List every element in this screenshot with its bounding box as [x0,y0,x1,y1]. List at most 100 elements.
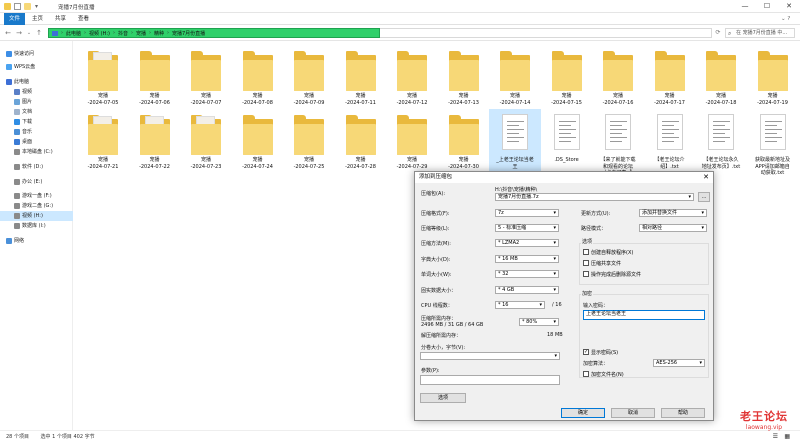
method-select[interactable]: * LZMA2 [495,239,559,247]
folder-item[interactable]: 宠播 -2024-07-21 [77,109,129,177]
tab-view[interactable]: 查看 [73,13,94,25]
folder-item[interactable]: 宠播 -2024-07-15 [541,45,593,113]
folder-item[interactable]: 宠播 -2024-07-23 [180,109,232,177]
navigation-pane[interactable]: 快速访问 WPS云盘 此电脑 视频 图片 文档 下载 音乐 桌面 本地磁盘 (C… [0,41,73,430]
nav-desktop[interactable]: 桌面 [0,137,73,147]
help-button[interactable]: 帮助 [661,408,705,418]
options-button[interactable]: 选项 [420,393,466,403]
ribbon-expand-icon[interactable]: ⌄ ? [776,13,795,25]
nav-documents[interactable]: 文档 [0,107,73,117]
customize-toolbar-icon[interactable]: ▾ [35,3,42,10]
file-item[interactable]: 获取最新地址及 APP请加邮箱自 动获取.txt [747,109,799,177]
breadcrumb-chongbo[interactable]: 宠播 [136,30,146,37]
desktop-icon [14,139,20,145]
file-item[interactable]: 【老王论坛介 绍】.txt [644,109,696,177]
back-button[interactable]: ← [3,28,13,38]
ok-button[interactable]: 确定 [561,408,605,418]
nav-videos[interactable]: 视频 [0,87,73,97]
file-item[interactable]: 【来了就能下载 和观看的论坛 （点击可直..】 [592,109,644,177]
folder-item[interactable]: 宠播 -2024-07-28 [335,109,387,177]
minimize-button[interactable]: — [734,0,756,13]
nav-drive-g[interactable]: 游戏二盘 (G:) [0,201,73,211]
folder-item[interactable]: 宠播 -2024-07-07 [180,45,232,113]
refresh-button[interactable]: ⟳ [713,28,723,38]
folder-item[interactable]: 宠播 -2024-07-06 [129,45,181,113]
nav-drive-d[interactable]: 软件 (D:) [0,162,73,172]
cpu-select[interactable]: * 16 [495,301,545,309]
folder-item[interactable]: 宠播 -2024-07-25 [283,109,335,177]
tab-share[interactable]: 共享 [50,13,71,25]
encrypt-names-checkbox[interactable]: 加密文件名(N) [583,371,624,378]
cancel-button[interactable]: 取消 [611,408,655,418]
breadcrumb-drive[interactable]: 视频 (H:) [89,30,110,37]
folder-item[interactable]: 宠播 -2024-07-05 [77,45,129,113]
nav-music[interactable]: 音乐 [0,127,73,137]
folder-item[interactable]: 宠播 -2024-07-22 [129,109,181,177]
folder-item[interactable]: 宠播 -2024-07-29 [386,109,438,177]
archive-name-combo[interactable]: 宠播7月份直播.7z [495,193,694,201]
file-item[interactable]: .DS_Store [541,109,593,177]
folder-item[interactable]: 宠播 -2024-07-09 [283,45,335,113]
tab-file[interactable]: 文件 [4,13,26,25]
enc-method-select[interactable]: AES-256 [653,359,705,367]
password-input[interactable]: 上老王论坛当老王 [583,310,705,320]
recent-locations-icon[interactable]: ⌄ [24,28,34,38]
file-item[interactable]: 【老王论坛永久 地址发布页】.txt [695,109,747,177]
nav-wps-cloud[interactable]: WPS云盘 [0,62,73,72]
dialog-close-button[interactable]: ✕ [703,172,709,183]
file-item[interactable]: _上老王论坛当老 王 [489,109,541,177]
compress-shared-checkbox[interactable]: 压缩共享文件 [583,260,621,267]
breadcrumb-this-pc[interactable]: 此电脑 [66,30,81,37]
nav-drive-c[interactable]: 本地磁盘 (C:) [0,147,73,157]
split-select[interactable] [420,352,560,360]
params-input[interactable] [420,375,560,385]
show-password-checkbox[interactable]: ✓ 显示密码(S) [583,349,618,356]
properties-icon[interactable] [14,3,21,10]
nav-drive-e[interactable]: 办公 (E:) [0,177,73,187]
folder-icon [500,51,530,91]
folder-item[interactable]: 宠播 -2024-07-30 [438,109,490,177]
folder-item[interactable]: 宠播 -2024-07-14 [489,45,541,113]
address-bar-empty[interactable] [380,28,712,38]
new-folder-icon[interactable] [24,3,31,10]
nav-this-pc[interactable]: 此电脑 [0,77,73,87]
nav-network[interactable]: 网络 [0,236,73,246]
close-button[interactable]: ✕ [778,0,800,13]
update-select[interactable]: 添加并替换文件 [639,209,707,217]
folder-item[interactable]: 宠播 -2024-07-17 [644,45,696,113]
folder-item[interactable]: 宠播 -2024-07-13 [438,45,490,113]
address-bar[interactable]: › 此电脑 › 视频 (H:) › 抖音 › 宠播 › 精种 › 宠播7月份直播 [48,28,380,38]
forward-button[interactable]: → [14,28,24,38]
mem-select[interactable]: * 80% [519,318,559,326]
nav-drive-i[interactable]: 数据库 (I:) [0,221,73,231]
breadcrumb-current[interactable]: 宠播7月份直播 [172,30,205,37]
solid-select[interactable]: * 4 GB [495,286,559,294]
folder-item[interactable]: 宠播 -2024-07-18 [695,45,747,113]
folder-item[interactable]: 宠播 -2024-07-24 [232,109,284,177]
nav-quick-access[interactable]: 快速访问 [0,49,73,59]
dict-select[interactable]: * 16 MB [495,255,559,263]
folder-item[interactable]: 宠播 -2024-07-19 [747,45,799,113]
pathmode-select[interactable]: 相对路径 [639,224,707,232]
maximize-button[interactable]: ☐ [756,0,778,13]
nav-drive-h[interactable]: 视频 (H:) [0,211,73,221]
breadcrumb-jingzhong[interactable]: 精种 [154,30,164,37]
folder-item[interactable]: 宠播 -2024-07-11 [335,45,387,113]
nav-downloads[interactable]: 下载 [0,117,73,127]
up-button[interactable]: ↑ [34,28,44,38]
breadcrumb-douyin[interactable]: 抖音 [118,30,128,37]
browse-button[interactable]: ... [698,192,710,202]
word-select[interactable]: * 32 [495,270,559,278]
folder-item[interactable]: 宠播 -2024-07-08 [232,45,284,113]
create-sfx-checkbox[interactable]: 创建自释放程序(X) [583,249,633,256]
level-select[interactable]: 5 - 标准压缩 [495,224,559,232]
search-input[interactable]: ⌕ 在 宠播7月份直播 中... [725,28,795,38]
file-name: 宠播 -2024-07-11 [345,93,376,106]
delete-after-checkbox[interactable]: 操作完成后删除源文件 [583,271,641,278]
folder-item[interactable]: 宠播 -2024-07-12 [386,45,438,113]
nav-drive-f[interactable]: 游戏一盘 (F:) [0,191,73,201]
format-select[interactable]: 7z [495,209,559,217]
nav-pictures[interactable]: 图片 [0,97,73,107]
tab-home[interactable]: 主页 [27,13,48,25]
folder-item[interactable]: 宠播 -2024-07-16 [592,45,644,113]
